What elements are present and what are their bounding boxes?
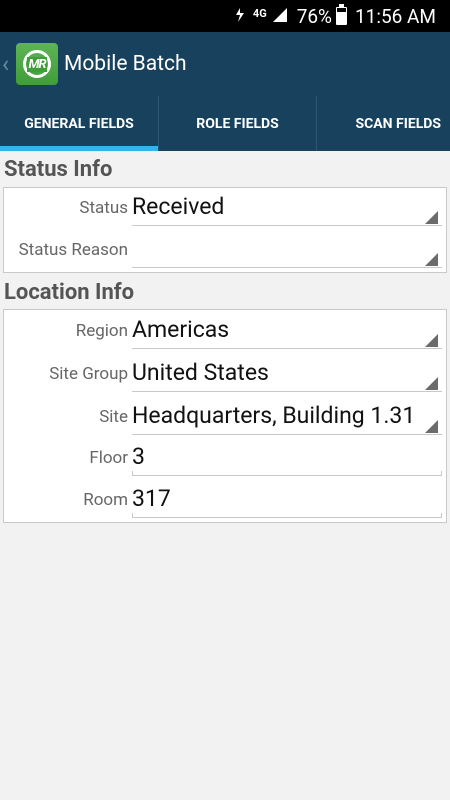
text-field-underline bbox=[132, 513, 442, 518]
field-label: Floor bbox=[89, 448, 128, 468]
field-label: Site Group bbox=[49, 364, 128, 384]
field-label: Region bbox=[75, 321, 128, 341]
dropdown-triangle-icon bbox=[425, 377, 438, 390]
tab-scan-fields[interactable]: SCAN FIELDS bbox=[316, 96, 450, 151]
status-dropdown[interactable]: Received bbox=[132, 193, 442, 220]
floor-field[interactable]: Floor 3 bbox=[4, 440, 446, 482]
field-underline bbox=[132, 434, 442, 435]
room-field[interactable]: Room 317 bbox=[4, 482, 446, 524]
dropdown-triangle-icon bbox=[425, 420, 438, 433]
tab-bar: GENERAL FIELDS ROLE FIELDS SCAN FIELDS bbox=[0, 96, 450, 151]
location-info-panel: Region Americas Site Group United States… bbox=[3, 309, 447, 523]
field-underline bbox=[132, 391, 442, 392]
section-title-status-info: Status Info bbox=[4, 157, 113, 182]
region-field[interactable]: Region Americas bbox=[4, 313, 446, 355]
app-logo[interactable]: MR bbox=[16, 43, 58, 85]
signal-mute-icon bbox=[233, 5, 247, 28]
clock: 11:56 AM bbox=[354, 4, 436, 28]
dropdown-triangle-icon bbox=[425, 211, 438, 224]
tab-general-fields[interactable]: GENERAL FIELDS bbox=[0, 96, 158, 151]
network-type: 4G bbox=[252, 6, 267, 20]
active-tab-indicator bbox=[0, 146, 158, 151]
status-field[interactable]: Status Received bbox=[4, 190, 446, 232]
site-field[interactable]: Site Headquarters, Building 1.31 bbox=[4, 399, 446, 441]
field-underline bbox=[132, 348, 442, 349]
text-field-underline bbox=[132, 471, 442, 476]
floor-input[interactable]: 3 bbox=[132, 443, 442, 470]
field-underline bbox=[132, 267, 442, 268]
dropdown-triangle-icon bbox=[425, 253, 438, 266]
battery-percent: 76% bbox=[296, 4, 332, 28]
status-icons: 4G bbox=[233, 5, 287, 28]
status-reason-field[interactable]: Status Reason bbox=[4, 232, 446, 274]
tab-label: ROLE FIELDS bbox=[196, 115, 279, 132]
system-status-bar: 4G 76% 11:56 AM bbox=[0, 0, 450, 32]
site-group-dropdown[interactable]: United States bbox=[132, 359, 442, 386]
field-label: Status bbox=[79, 198, 128, 218]
status-info-panel: Status Received Status Reason bbox=[3, 187, 447, 273]
field-label: Site bbox=[99, 407, 128, 427]
field-label: Status Reason bbox=[18, 240, 128, 260]
field-label: Room bbox=[83, 490, 128, 510]
tab-role-fields[interactable]: ROLE FIELDS bbox=[158, 96, 316, 151]
tab-label: SCAN FIELDS bbox=[355, 115, 442, 132]
section-title-location-info: Location Info bbox=[4, 280, 135, 305]
dropdown-triangle-icon bbox=[425, 334, 438, 347]
logo-text: MR bbox=[27, 56, 47, 72]
site-dropdown[interactable]: Headquarters, Building 1.31 bbox=[132, 402, 442, 429]
site-group-field[interactable]: Site Group United States bbox=[4, 356, 446, 398]
field-underline bbox=[132, 225, 442, 226]
region-dropdown[interactable]: Americas bbox=[132, 316, 442, 343]
action-bar: ‹ MR Mobile Batch bbox=[0, 32, 450, 96]
signal-strength-icon bbox=[272, 5, 287, 28]
app-title: Mobile Batch bbox=[64, 52, 187, 76]
room-input[interactable]: 317 bbox=[132, 485, 442, 512]
back-chevron-icon[interactable]: ‹ bbox=[2, 52, 16, 76]
tab-label: GENERAL FIELDS bbox=[24, 115, 134, 132]
battery-icon bbox=[335, 4, 347, 25]
